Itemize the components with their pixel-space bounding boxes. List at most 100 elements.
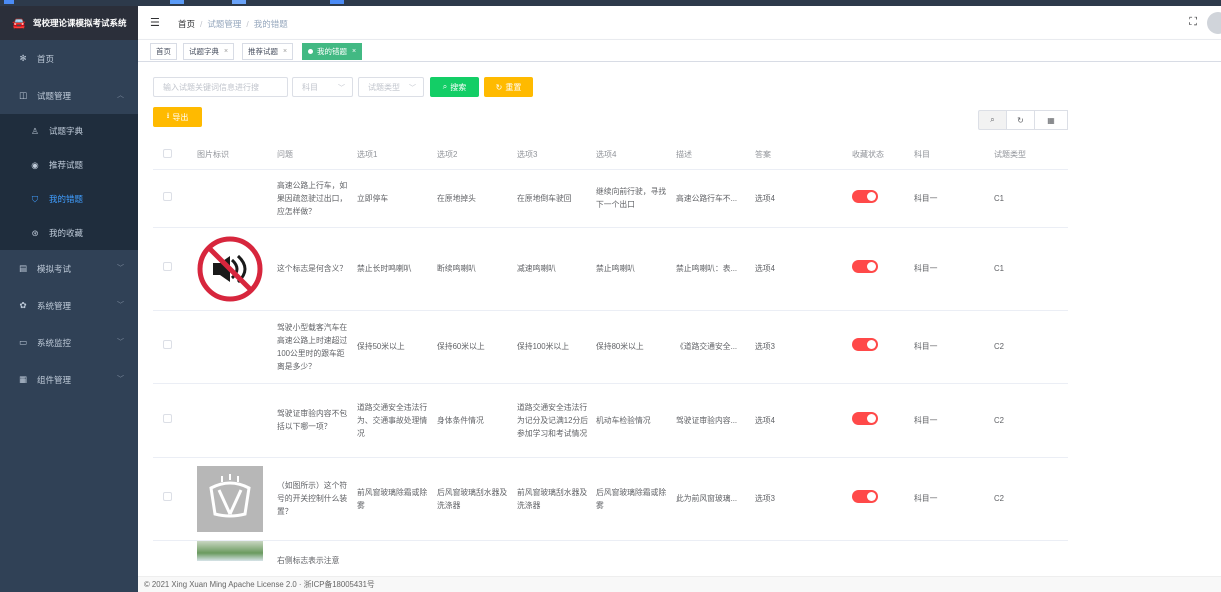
close-icon[interactable]: × <box>224 48 228 55</box>
favorite-switch[interactable] <box>852 411 878 425</box>
option3-cell: 道路交通安全违法行为记分及记满12分后参加学习和考试情况 <box>517 383 596 458</box>
input-placeholder: 输入试题关键词信息进行搜 <box>163 82 259 92</box>
tags-view: 首页 试题字典 × 推荐试题 × 我的错题 × <box>138 40 1221 62</box>
breadcrumb-item[interactable]: 首页 <box>178 19 195 29</box>
chevron-down-icon: ﹀ <box>117 265 124 272</box>
reset-button[interactable]: ↻ 重置 <box>484 77 533 97</box>
footer: © 2021 Xing Xuan Ming Apache License 2.0… <box>138 576 1221 592</box>
subject-cell <box>914 540 994 576</box>
row-checkbox-cell[interactable] <box>153 227 197 311</box>
column-header: 答案 <box>755 140 852 170</box>
tag-my-mistakes[interactable]: 我的错题 × <box>302 43 363 60</box>
browser-icon <box>4 0 14 4</box>
row-checkbox-cell[interactable] <box>153 457 197 541</box>
option4-cell: 后风窗玻璃除霜或除雾 <box>596 457 676 541</box>
favorite-switch[interactable] <box>852 490 878 503</box>
option3-cell: 前风窗玻璃刮水器及洗涤器 <box>517 457 596 541</box>
description-cell: 《道路交通安全... <box>676 310 755 384</box>
checkbox[interactable] <box>163 262 172 271</box>
table-row[interactable]: 高速公路上行车，如果因疏忽驶过出口，应怎样做？ 立即停车 在原地掉头 在原地倒车… <box>153 169 1068 228</box>
option2-cell: 后风窗玻璃刮水器及洗涤器 <box>437 457 517 541</box>
close-icon[interactable]: × <box>352 48 356 55</box>
avatar[interactable] <box>1207 12 1221 34</box>
column-header: 描述 <box>676 140 755 170</box>
row-checkbox-cell[interactable] <box>153 540 197 576</box>
tag-question-dictionary[interactable]: 试题字典 × <box>183 43 235 60</box>
active-dot-icon <box>308 49 313 54</box>
checkbox[interactable] <box>163 148 172 158</box>
column-header: 选项4 <box>596 140 676 170</box>
search-button[interactable]: ⌕ 搜索 <box>430 77 479 97</box>
table-row[interactable]: （如图所示）这个符号的开关控制什么装置？ 前风窗玻璃除霜或除雾 后风窗玻璃刮水器… <box>153 457 1068 541</box>
tag-home[interactable]: 首页 <box>150 43 177 60</box>
favorite-cell <box>852 169 914 228</box>
favorite-cell <box>852 457 914 541</box>
sidebar-item-my-mistakes[interactable]: ⛉ 我的错题 <box>0 182 138 216</box>
column-header: 选项2 <box>437 140 517 170</box>
browser-icon <box>330 0 344 4</box>
select-placeholder: 科目 <box>302 82 318 92</box>
option3-cell: 减速鸣喇叭 <box>517 227 596 311</box>
wiper-icon <box>209 473 251 517</box>
sidebar-item-system-monitor[interactable]: ▭ 系统监控 ﹀ <box>0 324 138 361</box>
description-cell <box>676 540 755 576</box>
breadcrumb-item[interactable]: 试题管理 <box>207 19 241 29</box>
tag-recommended[interactable]: 推荐试题 × <box>242 43 294 60</box>
breadcrumb: 首页 / 试题管理 / 我的错题 <box>178 18 288 30</box>
table-row[interactable]: 右侧标志表示注意 <box>153 540 1068 576</box>
navbar: ☰ 首页 / 试题管理 / 我的错题 ⛶ <box>138 6 1221 40</box>
subject-cell: 科目一 <box>914 310 994 384</box>
download-icon: ⭳ <box>166 111 170 120</box>
checkbox[interactable] <box>163 413 172 423</box>
answer-cell <box>755 540 852 576</box>
subject-select[interactable]: 科目 ﹀ <box>292 77 353 97</box>
question-type-select[interactable]: 试题类型 ﹀ <box>358 77 424 97</box>
sidebar-item-label: 首页 <box>37 53 55 64</box>
option2-cell: 断续鸣喇叭 <box>437 227 517 311</box>
description-cell: 此为前风窗玻璃... <box>676 457 755 541</box>
sidebar-item-label: 试题管理 <box>37 90 72 101</box>
checkbox[interactable] <box>163 492 172 501</box>
sidebar-item-mock-exam[interactable]: ▤ 模拟考试 ﹀ <box>0 250 138 287</box>
sidebar-item-recommended[interactable]: ◉ 推荐试题 <box>0 148 138 182</box>
image-cell <box>197 383 277 458</box>
sidebar-item-question-management[interactable]: ◫ 试题管理 ︿ <box>0 77 138 114</box>
select-placeholder: 试题类型 <box>368 82 400 92</box>
favorite-switch[interactable] <box>852 189 878 203</box>
table-row[interactable]: 这个标志是何含义？ 禁止长时鸣喇叭 断续鸣喇叭 减速鸣喇叭 禁止鸣喇叭 禁止鸣喇… <box>153 227 1068 311</box>
sidebar-item-system-management[interactable]: ✿ 系统管理 ﹀ <box>0 287 138 324</box>
question-cell: 右侧标志表示注意 <box>277 540 357 576</box>
image-cell <box>197 169 277 228</box>
checkbox[interactable] <box>163 191 172 201</box>
favorite-switch[interactable] <box>852 338 878 351</box>
sidebar-item-label: 试题字典 <box>49 126 84 136</box>
table-row[interactable]: 驾驶证审验内容不包括以下哪一项？ 道路交通安全违法行为、交通事故处理情况 身体条… <box>153 383 1068 458</box>
sidebar-item-home[interactable]: ✻ 首页 <box>0 40 138 77</box>
sidebar-item-my-favorites[interactable]: ⊛ 我的收藏 <box>0 216 138 250</box>
sidebar-item-component-management[interactable]: ▦ 组件管理 ﹀ <box>0 361 138 398</box>
description-cell: 禁止鸣喇叭：表... <box>676 227 755 311</box>
favorite-switch[interactable] <box>852 260 878 273</box>
sidebar-item-label: 我的收藏 <box>49 228 84 238</box>
checkbox[interactable] <box>163 340 172 349</box>
fullscreen-icon[interactable]: ⛶ <box>1189 16 1197 29</box>
refresh-button[interactable]: ↻ <box>1006 110 1035 130</box>
column-header: 试题类型 <box>994 140 1068 170</box>
row-checkbox-cell[interactable] <box>153 169 197 228</box>
toggle-search-button[interactable]: ⌕ <box>978 110 1007 130</box>
columns-button[interactable]: ▦ <box>1034 110 1068 130</box>
select-all-checkbox[interactable] <box>153 140 197 170</box>
app-logo[interactable]: 🚘 驾校理论课模拟考试系统 <box>0 6 138 40</box>
hamburger-icon[interactable]: ☰ <box>150 16 160 29</box>
export-button[interactable]: ⭳ 导出 <box>153 107 202 127</box>
sidebar-item-question-dictionary[interactable]: ♙ 试题字典 <box>0 114 138 148</box>
table-row[interactable]: 驾驶小型载客汽车在高速公路上时速超过100公里时的跟车距离是多少？ 保持50米以… <box>153 310 1068 384</box>
chevron-up-icon: ︿ <box>117 92 124 99</box>
row-checkbox-cell[interactable] <box>153 310 197 384</box>
close-icon[interactable]: × <box>283 48 287 55</box>
column-header: 科目 <box>914 140 994 170</box>
keyword-search-input[interactable]: 输入试题关键词信息进行搜 <box>153 77 288 97</box>
row-checkbox-cell[interactable] <box>153 383 197 458</box>
reset-button-label: 重置 <box>505 82 522 92</box>
type-cell: C1 <box>994 169 1068 228</box>
